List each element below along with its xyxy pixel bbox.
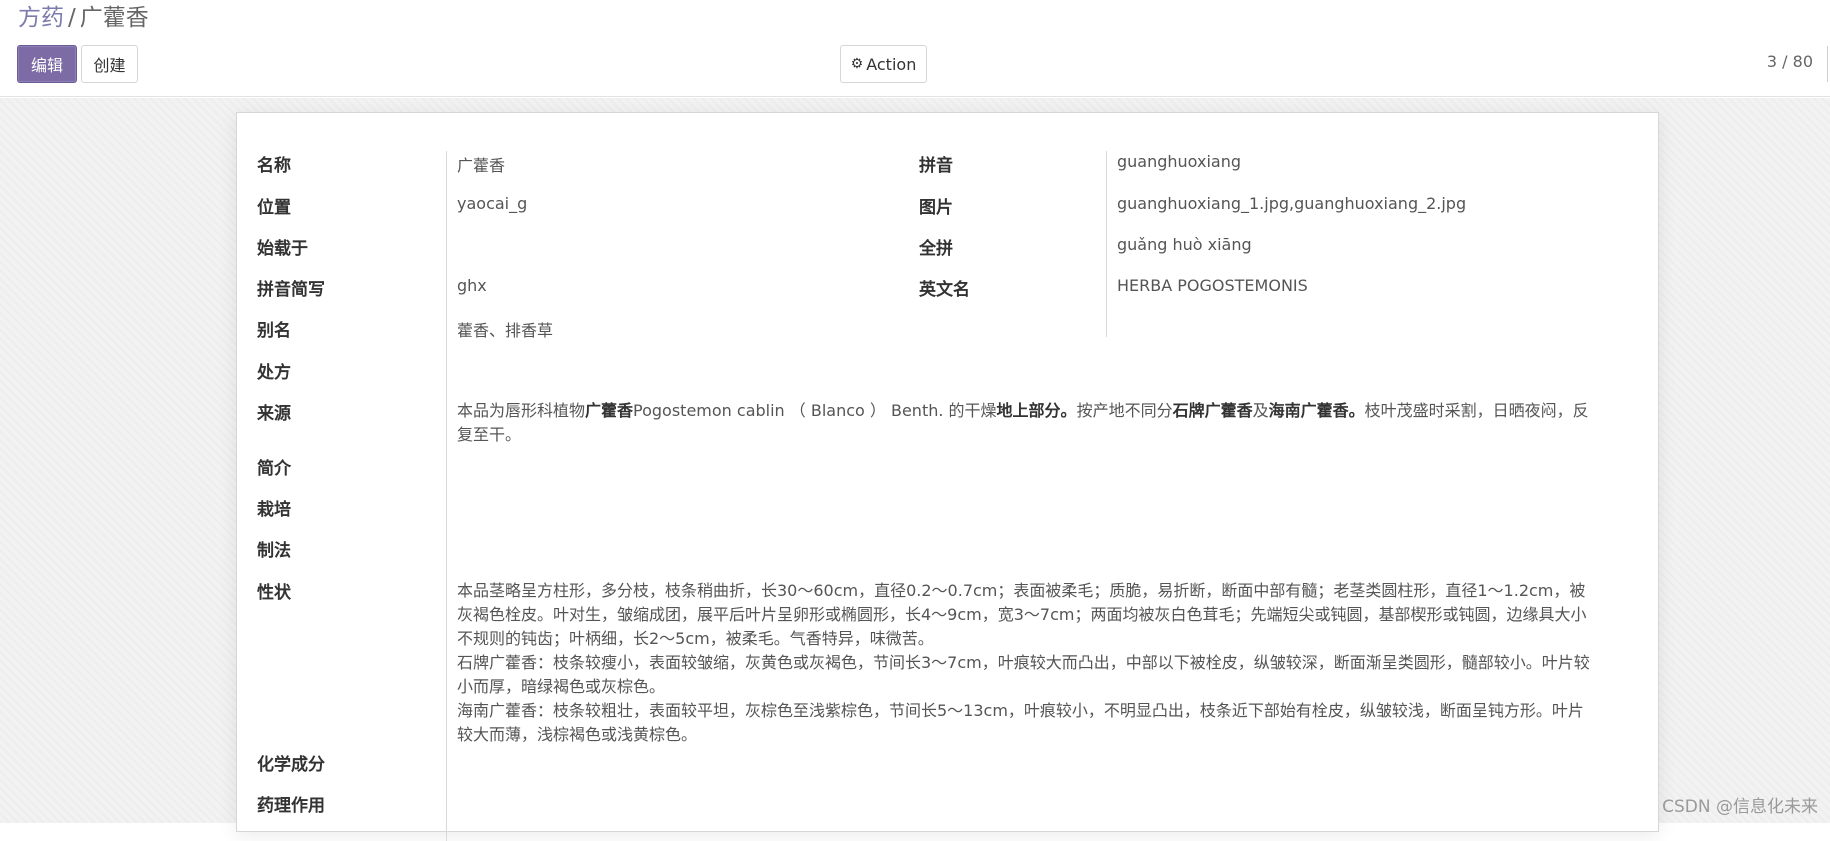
- watermark: CSDN @信息化未来: [1662, 797, 1818, 817]
- field-label-pinyin: 拼音: [919, 156, 953, 176]
- source-segment: 地上部分。: [996, 401, 1077, 420]
- source-segment: 广藿香: [585, 401, 634, 420]
- action-button[interactable]: ⚙ Action: [840, 45, 927, 83]
- properties-paragraph-1: 本品茎略呈方柱形，多分枝，枝条稍曲折，长30～60cm，直径0.2～0.7cm；…: [457, 581, 1587, 648]
- breadcrumb-current: 广藿香: [79, 5, 149, 31]
- field-label-alias: 别名: [257, 321, 291, 341]
- source-segment: 按产地不同分: [1076, 401, 1173, 420]
- create-button[interactable]: 创建: [81, 45, 138, 83]
- field-value-source: 本品为唇形科植物广藿香Pogostemon cablin （ Blanco ） …: [457, 399, 1597, 447]
- field-label-properties: 性状: [257, 583, 291, 603]
- properties-paragraph-3: 海南广藿香：枝条较粗壮，表面较平坦，灰棕色至浅紫棕色，节间长5～13cm，叶痕较…: [457, 701, 1584, 744]
- field-value-alias: 藿香、排香草: [457, 321, 554, 340]
- field-value-image: guanghuoxiang_1.jpg,guanghuoxiang_2.jpg: [1117, 194, 1467, 213]
- breadcrumb-separator: /: [68, 5, 76, 31]
- breadcrumb-parent-link[interactable]: 方药: [18, 5, 64, 31]
- field-label-processing: 制法: [257, 541, 291, 561]
- field-label-origin: 始载于: [257, 239, 308, 259]
- field-label-prescription: 处方: [257, 363, 291, 383]
- field-label-name: 名称: [257, 156, 291, 176]
- source-segment: 本品为唇形科植物: [457, 401, 586, 420]
- field-label-intro: 简介: [257, 459, 291, 479]
- field-label-location: 位置: [257, 198, 291, 218]
- field-label-english-name: 英文名: [919, 280, 970, 300]
- field-label-pinyin-abbr: 拼音简写: [257, 280, 325, 300]
- column-divider-right: [1106, 151, 1107, 337]
- column-divider-left: [446, 151, 447, 841]
- source-segment: 海南广藿香。: [1268, 401, 1365, 420]
- field-value-pinyin: guanghuoxiang: [1117, 152, 1241, 171]
- control-panel: 方药 / 广藿香 编辑 创建 ⚙ Action 3 / 80: [0, 0, 1830, 97]
- field-label-full-pinyin: 全拼: [919, 239, 953, 259]
- source-segment: 石牌广藿香: [1172, 401, 1253, 420]
- field-value-pinyin-abbr: ghx: [457, 276, 487, 295]
- field-label-cultivation: 栽培: [257, 500, 291, 520]
- field-label-image: 图片: [919, 198, 953, 218]
- field-value-full-pinyin: guǎng huò xiāng: [1117, 235, 1252, 254]
- field-value-name: 广藿香: [457, 156, 506, 175]
- action-button-label: Action: [866, 54, 917, 74]
- field-label-source: 来源: [257, 404, 291, 424]
- breadcrumb: 方药 / 广藿香: [18, 2, 149, 34]
- field-label-chemistry: 化学成分: [257, 755, 325, 775]
- source-segment: Pogostemon cablin （ Blanco ） Benth. 的干燥: [633, 401, 997, 420]
- gear-icon: ⚙: [850, 56, 864, 72]
- form-view: 名称 广藿香 拼音 guanghuoxiang 位置 yaocai_g 图片 g…: [0, 98, 1830, 841]
- properties-paragraph-2: 石牌广藿香：枝条较瘦小，表面较皱缩，灰黄色或灰褐色，节间长3～7cm，叶痕较大而…: [457, 653, 1590, 696]
- field-value-english-name: HERBA POGOSTEMONIS: [1117, 276, 1308, 295]
- source-segment: 及: [1252, 401, 1269, 420]
- pager-value[interactable]: 3 / 80: [1767, 52, 1813, 71]
- field-value-properties: 本品茎略呈方柱形，多分枝，枝条稍曲折，长30～60cm，直径0.2～0.7cm；…: [457, 579, 1597, 747]
- edit-button[interactable]: 编辑: [17, 45, 77, 83]
- field-label-pharmacology: 药理作用: [257, 796, 325, 816]
- form-sheet: 名称 广藿香 拼音 guanghuoxiang 位置 yaocai_g 图片 g…: [236, 112, 1659, 841]
- field-value-location: yaocai_g: [457, 194, 528, 213]
